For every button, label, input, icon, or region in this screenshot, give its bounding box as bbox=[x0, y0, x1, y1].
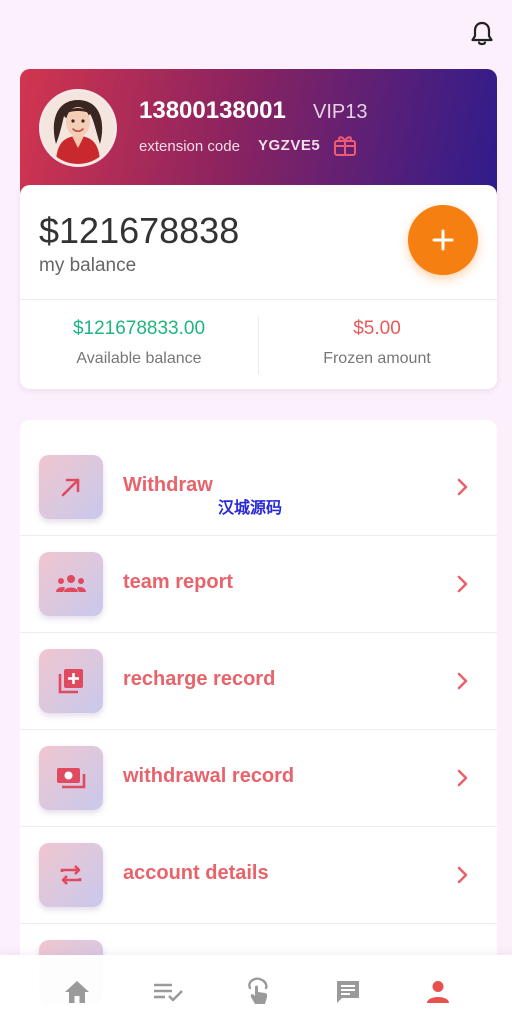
task-list-icon[interactable] bbox=[151, 975, 185, 1009]
team-icon bbox=[39, 552, 103, 616]
menu-item-label: account details bbox=[123, 862, 269, 884]
avatar[interactable] bbox=[39, 89, 117, 167]
message-icon[interactable] bbox=[331, 975, 365, 1009]
frozen-amount-label: Frozen amount bbox=[323, 350, 431, 367]
gift-icon[interactable] bbox=[332, 133, 358, 157]
vip-level: VIP13 bbox=[313, 101, 368, 123]
menu-item-team-report[interactable]: team report bbox=[20, 536, 497, 633]
menu-item-label: recharge record bbox=[123, 668, 276, 690]
bottom-tab-bar bbox=[0, 955, 512, 1024]
chevron-right-icon bbox=[452, 865, 472, 885]
menu-item-label: withdrawal record bbox=[123, 765, 295, 787]
available-balance-label: Available balance bbox=[76, 350, 202, 367]
home-icon[interactable] bbox=[60, 975, 94, 1009]
phone-number: 13800138001 bbox=[139, 97, 286, 124]
divider bbox=[20, 299, 497, 300]
chevron-right-icon bbox=[452, 768, 472, 788]
add-stack-icon bbox=[39, 649, 103, 713]
profile-icon[interactable] bbox=[421, 975, 455, 1009]
balance-card: $121678838 my balance $121678833.00 Avai… bbox=[20, 185, 497, 389]
menu-item-withdrawal-record[interactable]: withdrawal record bbox=[20, 730, 497, 827]
swap-icon bbox=[39, 843, 103, 907]
chevron-right-icon bbox=[452, 574, 472, 594]
available-balance: $121678833.00 Available balance bbox=[20, 318, 258, 368]
bell-icon[interactable] bbox=[468, 20, 496, 48]
frozen-amount-value: $5.00 bbox=[353, 318, 401, 339]
menu-item-account-details[interactable]: account details bbox=[20, 827, 497, 924]
recharge-button[interactable] bbox=[408, 205, 478, 275]
available-balance-value: $121678833.00 bbox=[72, 318, 206, 339]
money-icon bbox=[39, 746, 103, 810]
balance-label: my balance bbox=[39, 255, 137, 276]
chevron-right-icon bbox=[452, 671, 472, 691]
plus-icon bbox=[432, 229, 454, 251]
arrow-up-right-icon bbox=[39, 455, 103, 519]
watermark: 汉城源码 bbox=[218, 500, 283, 517]
chevron-right-icon bbox=[452, 477, 472, 497]
tap-icon[interactable] bbox=[241, 975, 275, 1009]
menu-item-withdraw[interactable]: Withdraw bbox=[20, 439, 497, 536]
extension-code-label: extension code bbox=[139, 138, 240, 155]
balance-amount: $121678838 bbox=[39, 210, 240, 251]
menu-item-label: Withdraw bbox=[123, 474, 213, 496]
menu-item-recharge-record[interactable]: recharge record bbox=[20, 633, 497, 730]
menu-item-label: team report bbox=[123, 571, 234, 593]
extension-code[interactable]: YGZVE5 bbox=[258, 137, 320, 154]
frozen-amount: $5.00 Frozen amount bbox=[258, 318, 496, 368]
